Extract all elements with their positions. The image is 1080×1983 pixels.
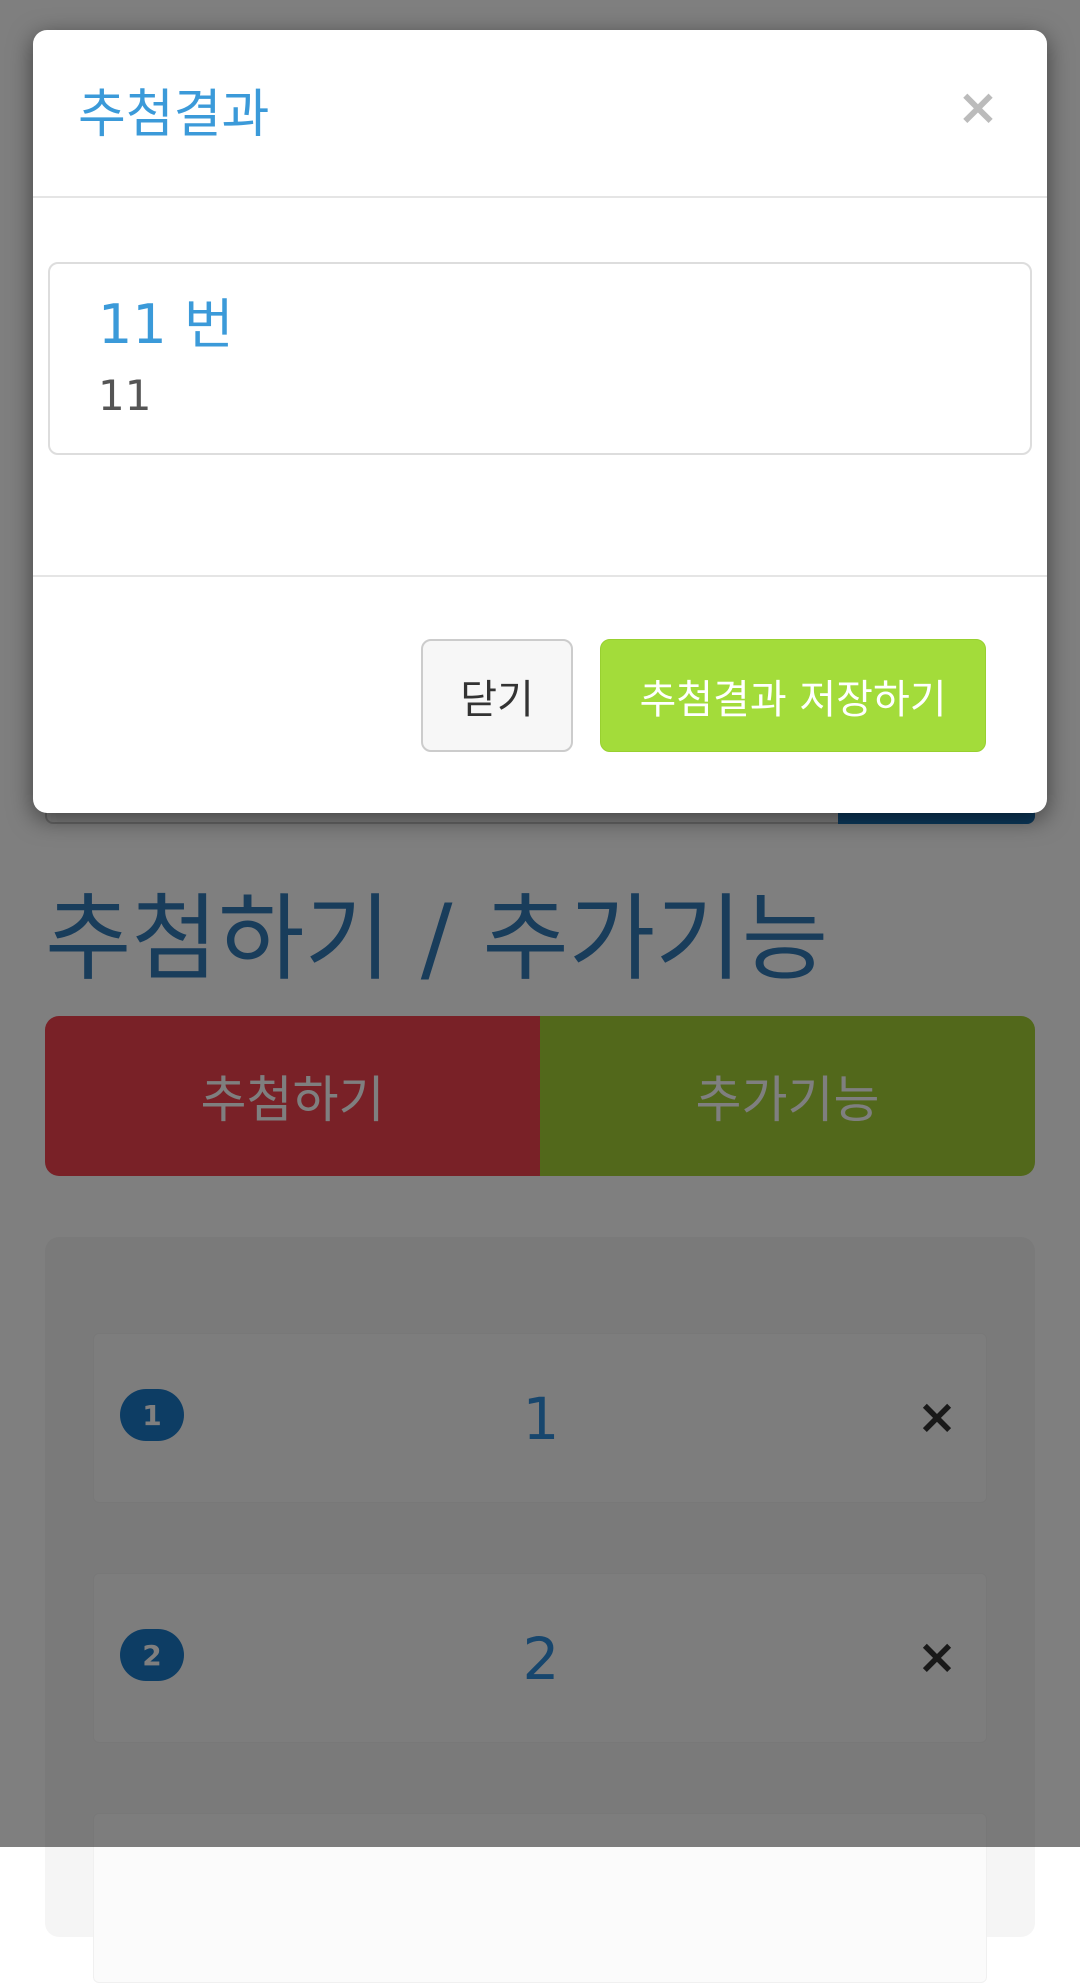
result-value: 11 — [98, 371, 152, 420]
save-result-button[interactable]: 추첨결과 저장하기 — [600, 639, 986, 752]
draw-result-modal: 추첨결과 × 11 번 11 닫기 추첨결과 저장하기 — [33, 30, 1047, 813]
modal-footer: 닫기 추첨결과 저장하기 — [33, 575, 1047, 813]
close-button[interactable]: 닫기 — [421, 639, 573, 752]
close-icon[interactable]: × — [953, 82, 1003, 132]
modal-title: 추첨결과 — [78, 85, 270, 145]
result-heading: 11 번 — [98, 293, 234, 356]
modal-header: 추첨결과 × — [33, 30, 1047, 198]
result-box: 11 번 11 — [48, 262, 1032, 455]
